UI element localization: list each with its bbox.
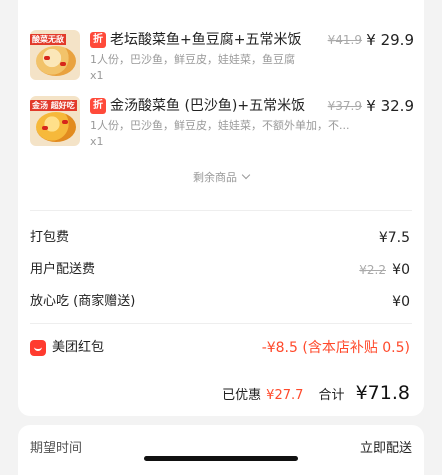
thumbnail-banner: 酸菜无敌 [30,34,66,45]
item-description: 1人份，巴沙鱼，鲜豆皮，娃娃菜，鱼豆腐 [90,53,295,66]
delivery-fee-row: 用户配送费 ¥2.2 ¥0 [30,260,410,280]
expected-time-label: 期望时间 [30,441,83,456]
order-total: 已优惠 ¥27.7 合计 ¥71.8 [222,382,410,408]
item-price: ¥ 32.9 [366,97,414,115]
order-item[interactable]: 金汤 超好吃 折 金汤酸菜鱼 (巴沙鱼)+五常米饭 ¥37.9 ¥ 32.9 1… [30,96,414,156]
item-original-price: ¥37.9 [327,99,362,113]
dish-thumbnail: 酸菜无敌 [30,30,80,80]
total-value: ¥71.8 [355,382,410,404]
assurance-row[interactable]: 放心吃 (商家赠送) ¥0 [30,292,410,312]
red-packet-value[interactable]: -¥8.5 (含本店补贴 0.5) [262,338,410,358]
total-label: 合计 [318,388,345,403]
delivery-fee-label: 用户配送费 [30,262,96,277]
divider [30,323,412,324]
red-packet-icon [30,340,46,356]
divider [30,210,412,211]
saved-label: 已优惠 [222,388,262,403]
expected-time-value[interactable]: 立即配送 [360,439,412,459]
item-title: 老坛酸菜鱼+鱼豆腐+五常米饭 [110,32,302,48]
item-description: 1人份，巴沙鱼，鲜豆皮，娃娃菜，不额外单加，不... [90,119,350,132]
chevron-down-icon [241,170,251,180]
remaining-items-label: 剩余商品 [193,171,237,184]
red-packet-label: 美团红包 [52,340,105,355]
saved-value: ¥27.7 [266,388,304,403]
dish-thumbnail: 金汤 超好吃 [30,96,80,146]
chili-decoration [44,56,50,60]
discount-tag: 折 [90,98,106,114]
dish-image [36,46,76,76]
chili-decoration [60,62,66,66]
thumbnail-banner: 金汤 超好吃 [30,100,77,111]
chili-decoration [62,120,68,124]
packing-fee-row: 打包费 ¥7.5 [30,228,410,248]
delivery-fee-value: ¥0 [392,262,410,278]
assurance-value: ¥0 [392,294,410,310]
item-price: ¥ 29.9 [366,31,414,49]
discount-tag: 折 [90,32,106,48]
item-quantity: x1 [90,69,104,82]
packing-fee-label: 打包费 [30,230,70,245]
order-item[interactable]: 酸菜无敌 折 老坛酸菜鱼+鱼豆腐+五常米饭 ¥41.9 ¥ 29.9 1人份，巴… [30,30,414,90]
home-indicator[interactable] [144,456,298,461]
item-title: 金汤酸菜鱼 (巴沙鱼)+五常米饭 [110,98,306,114]
assurance-label: 放心吃 (商家赠送) [30,294,136,309]
chili-decoration [42,126,48,130]
item-original-price: ¥41.9 [327,33,362,47]
delivery-fee-original: ¥2.2 [359,263,386,277]
order-summary-card: 酸菜无敌 折 老坛酸菜鱼+鱼豆腐+五常米饭 ¥41.9 ¥ 29.9 1人份，巴… [18,0,424,416]
packing-fee-value: ¥7.5 [378,230,410,246]
remaining-items-toggle[interactable]: 剩余商品 [18,170,424,186]
delivery-time-card[interactable]: 期望时间 立即配送 [18,425,424,475]
item-quantity: x1 [90,135,104,148]
